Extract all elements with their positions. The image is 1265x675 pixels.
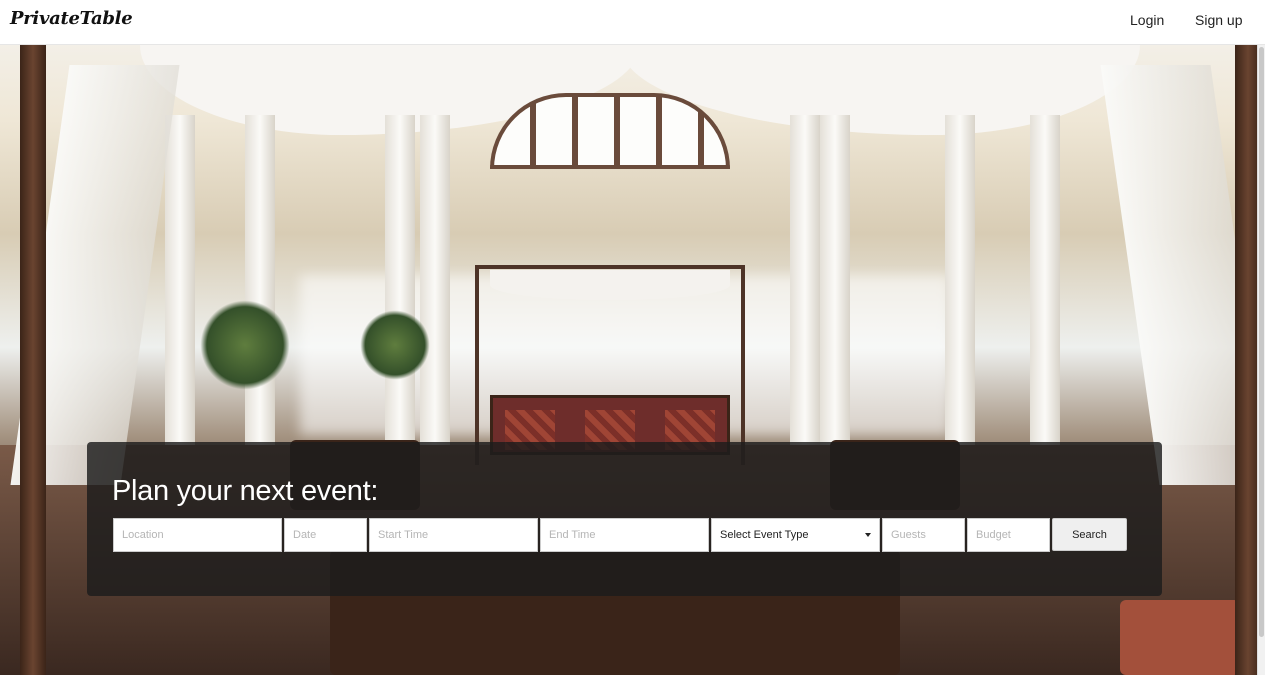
- search-button[interactable]: Search: [1052, 518, 1127, 551]
- budget-input[interactable]: [967, 518, 1050, 552]
- login-link[interactable]: Login: [1130, 12, 1164, 28]
- signup-link[interactable]: Sign up: [1195, 12, 1242, 28]
- event-search-panel: Plan your next event: Select Event Type …: [87, 442, 1162, 596]
- end-time-input[interactable]: [540, 518, 709, 552]
- column: [1030, 115, 1060, 445]
- scrollbar-thumb[interactable]: [1259, 47, 1264, 637]
- location-input[interactable]: [113, 518, 282, 552]
- column: [945, 115, 975, 445]
- top-navbar: PrivateTable Login Sign up: [0, 0, 1265, 45]
- start-time-input[interactable]: [369, 518, 538, 552]
- column: [790, 115, 820, 445]
- event-type-select[interactable]: Select Event Type: [711, 518, 880, 552]
- curtain-right: [1100, 65, 1257, 485]
- brand-logo[interactable]: PrivateTable: [10, 8, 133, 29]
- event-type-selected-value: Select Event Type: [720, 529, 809, 541]
- bed-post-left: [20, 45, 46, 675]
- arched-window: [490, 93, 730, 169]
- guests-input[interactable]: [882, 518, 965, 552]
- column: [820, 115, 850, 445]
- column: [165, 115, 195, 445]
- date-input[interactable]: [284, 518, 367, 552]
- page-scrollbar[interactable]: [1257, 45, 1265, 675]
- foreground-chair: [1120, 600, 1240, 675]
- caret-down-icon: [865, 533, 871, 537]
- potted-plant: [200, 300, 290, 390]
- column: [385, 115, 415, 445]
- bed-post-right: [1235, 45, 1257, 675]
- column: [245, 115, 275, 445]
- column: [420, 115, 450, 445]
- canopy-cloth: [490, 270, 730, 300]
- panel-title: Plan your next event:: [112, 475, 379, 507]
- potted-plant: [360, 310, 430, 380]
